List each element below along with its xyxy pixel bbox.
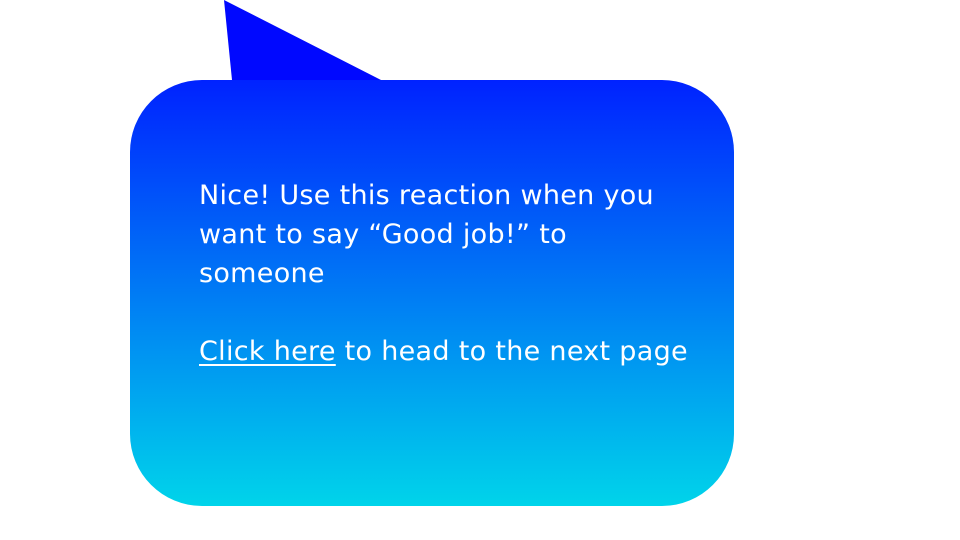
bubble-message: Nice! Use this reaction when you want to… xyxy=(199,180,654,289)
slide-canvas: Nice! Use this reaction when you want to… xyxy=(0,0,960,540)
bubble-text: Nice! Use this reaction when you want to… xyxy=(199,176,699,371)
click-here-link[interactable]: Click here xyxy=(199,336,336,367)
next-page-text: to head to the next page xyxy=(335,336,688,367)
next-page-line: Click here to head to the next page xyxy=(199,332,699,371)
speech-bubble-tail xyxy=(224,0,381,80)
